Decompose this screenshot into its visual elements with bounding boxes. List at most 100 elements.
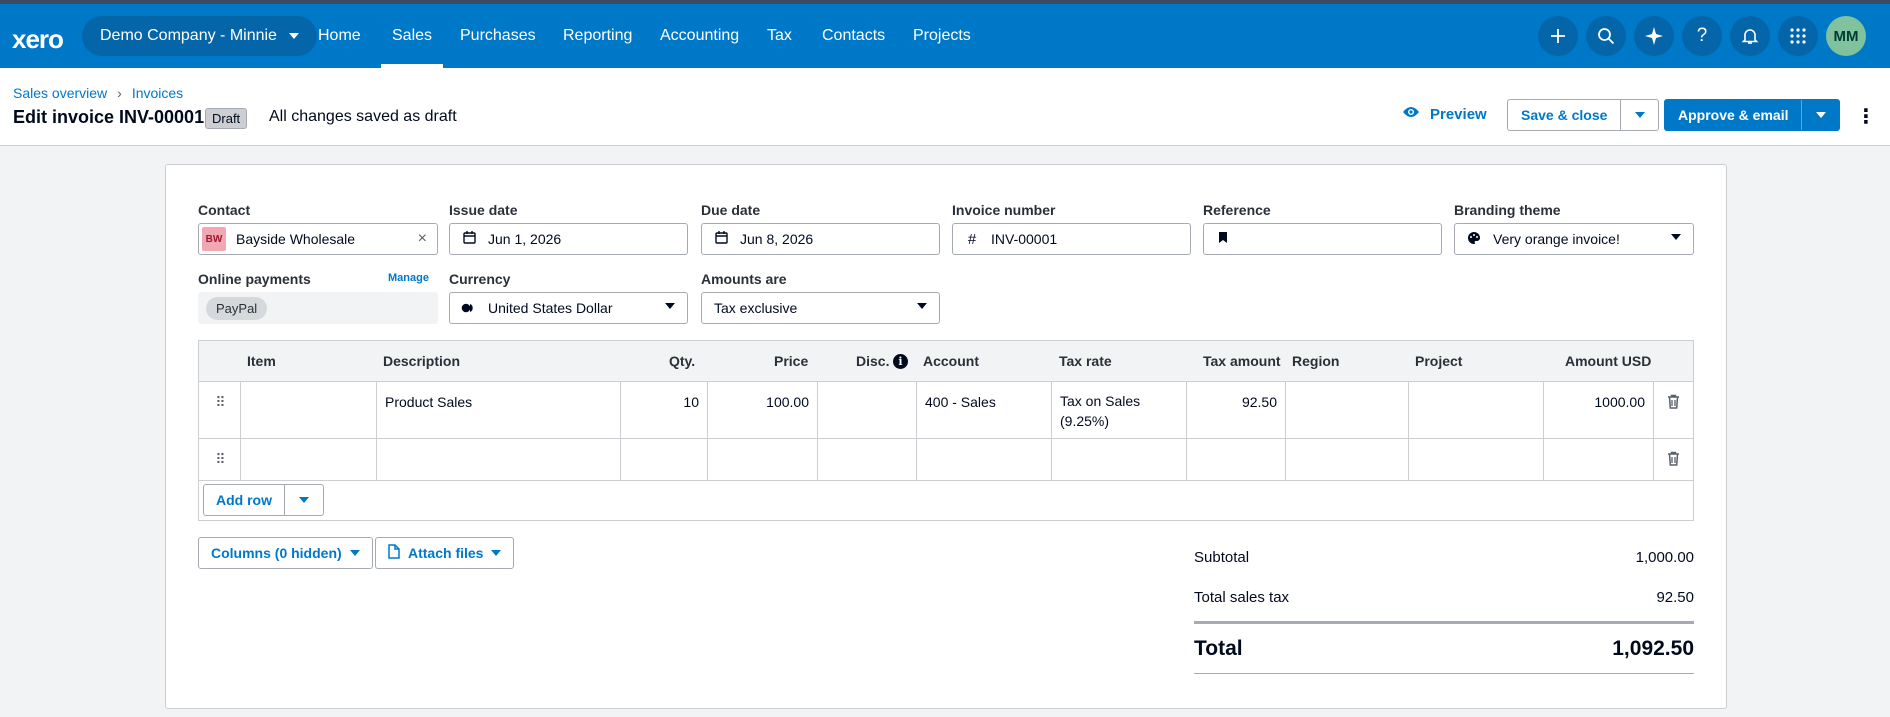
chevron-down-icon	[1634, 112, 1645, 118]
breadcrumb-sales-overview[interactable]: Sales overview	[13, 85, 107, 101]
description-cell[interactable]: Product Sales	[377, 382, 621, 438]
reference-field[interactable]	[1203, 223, 1442, 255]
nav-tax[interactable]: Tax	[767, 4, 792, 68]
table-header: Item Description Qty. Price Disc. i Acco…	[199, 341, 1693, 382]
bell-icon[interactable]	[1730, 16, 1770, 56]
branding-theme-label: Branding theme	[1454, 202, 1561, 218]
chevron-down-icon	[1671, 234, 1681, 240]
amounts-are-select[interactable]: Tax exclusive	[701, 292, 940, 324]
bookmark-icon	[1204, 231, 1242, 247]
total-value: 1,092.50	[1612, 636, 1694, 660]
table-row: ⠿ Product Sales 10 100.00 400 - Sales Ta…	[199, 382, 1693, 439]
nav-label: Projects	[913, 27, 971, 44]
currency-select[interactable]: United States Dollar	[449, 292, 688, 324]
region-cell[interactable]	[1286, 439, 1409, 480]
search-icon[interactable]	[1586, 16, 1626, 56]
clear-icon[interactable]: ×	[418, 230, 427, 248]
paypal-badge[interactable]: PayPal	[206, 296, 268, 320]
hash-icon: #	[967, 230, 977, 248]
issue-date-field[interactable]: Jun 1, 2026	[449, 223, 688, 255]
nav-contacts[interactable]: Contacts	[822, 4, 885, 68]
disc-cell[interactable]	[818, 382, 917, 438]
price-cell[interactable]	[708, 439, 818, 480]
region-cell[interactable]	[1286, 382, 1409, 438]
issue-date-value: Jun 1, 2026	[488, 231, 562, 247]
due-date-field[interactable]: Jun 8, 2026	[701, 223, 940, 255]
save-close-button[interactable]: Save & close	[1508, 100, 1620, 130]
price-cell[interactable]: 100.00	[708, 382, 818, 438]
nav-projects[interactable]: Projects	[913, 4, 971, 68]
user-avatar[interactable]: MM	[1826, 16, 1866, 56]
save-close-split-button: Save & close	[1507, 99, 1660, 131]
tax-rate-percent: (9.25%)	[1060, 413, 1110, 429]
project-cell[interactable]	[1409, 382, 1544, 438]
amount-cell[interactable]	[1544, 439, 1654, 480]
currency-label: Currency	[449, 271, 511, 287]
preview-button[interactable]: Preview	[1402, 105, 1487, 123]
qty-cell[interactable]	[621, 439, 708, 480]
drag-handle-icon[interactable]: ⠿	[199, 382, 241, 438]
contact-field[interactable]: BW Bayside Wholesale ×	[198, 223, 438, 255]
chevron-down-icon	[288, 33, 299, 39]
nav-accounting[interactable]: Accounting	[660, 4, 739, 68]
nav-reporting[interactable]: Reporting	[563, 4, 632, 68]
manage-payments-link[interactable]: Manage	[388, 272, 429, 284]
chevron-down-icon	[491, 550, 502, 556]
currency-value: United States Dollar	[488, 300, 613, 316]
save-options-button[interactable]	[1620, 100, 1658, 130]
sales-tax-label: Total sales tax	[1194, 588, 1290, 606]
organisation-switcher[interactable]: Demo Company - Minnie	[82, 16, 317, 56]
tax-amount-cell[interactable]: 92.50	[1187, 382, 1286, 438]
description-cell[interactable]	[377, 439, 621, 480]
columns-button[interactable]: Columns (0 hidden)	[198, 537, 373, 569]
approve-options-button[interactable]	[1801, 100, 1839, 130]
column-price: Price	[774, 353, 809, 369]
subtotal-row: Subtotal 1,000.00	[1194, 537, 1694, 577]
plus-icon[interactable]	[1538, 16, 1578, 56]
breadcrumb: Sales overview › Invoices	[13, 85, 183, 101]
branding-theme-select[interactable]: Very orange invoice!	[1454, 223, 1694, 255]
chevron-down-icon	[665, 303, 675, 309]
tax-amount-cell[interactable]	[1187, 439, 1286, 480]
column-tax-rate: Tax rate	[1059, 353, 1112, 369]
trash-icon[interactable]	[1667, 451, 1680, 469]
apps-grid-icon[interactable]	[1778, 16, 1818, 56]
table-row: ⠿	[199, 439, 1693, 481]
column-amount: Amount USD	[1565, 353, 1652, 369]
add-row-split-button: Add row	[203, 484, 324, 516]
breadcrumb-invoices[interactable]: Invoices	[132, 85, 183, 101]
add-row-options-button[interactable]	[284, 485, 323, 515]
sparkle-icon[interactable]	[1634, 16, 1674, 56]
currency-icon	[450, 301, 488, 316]
amounts-are-label: Amounts are	[701, 271, 787, 287]
more-options-icon[interactable]: ⋮	[1856, 104, 1876, 129]
disc-cell[interactable]	[818, 439, 917, 480]
project-cell[interactable]	[1409, 439, 1544, 480]
status-badge: Draft	[205, 108, 248, 129]
invoice-number-field[interactable]: # INV-00001	[952, 223, 1191, 255]
reference-label: Reference	[1203, 202, 1271, 218]
help-icon[interactable]: ?	[1682, 16, 1722, 56]
tax-rate-cell[interactable]: Tax on Sales (9.25%)	[1052, 382, 1187, 438]
xero-logo[interactable]: xero	[12, 24, 64, 55]
info-icon[interactable]: i	[893, 354, 908, 369]
column-item: Item	[247, 353, 276, 369]
amount-cell[interactable]: 1000.00	[1544, 382, 1654, 438]
column-tax-amount: Tax amount	[1203, 353, 1281, 369]
qty-cell[interactable]: 10	[621, 382, 708, 438]
nav-purchases[interactable]: Purchases	[460, 4, 536, 68]
drag-handle-icon[interactable]: ⠿	[199, 439, 241, 480]
nav-sales[interactable]: Sales	[381, 4, 444, 68]
nav-label: Reporting	[563, 27, 633, 44]
tax-rate-cell[interactable]	[1052, 439, 1187, 480]
nav-home[interactable]: Home	[318, 4, 361, 68]
approve-email-button[interactable]: Approve & email	[1665, 100, 1801, 130]
attach-files-button[interactable]: Attach files	[375, 537, 515, 569]
account-cell[interactable]: 400 - Sales	[917, 382, 1052, 438]
add-row-button[interactable]: Add row	[204, 485, 284, 515]
subtotal-value: 1,000.00	[1635, 548, 1694, 566]
account-cell[interactable]	[917, 439, 1052, 480]
item-cell[interactable]	[241, 439, 377, 480]
trash-icon[interactable]	[1667, 394, 1680, 412]
item-cell[interactable]	[241, 382, 377, 438]
